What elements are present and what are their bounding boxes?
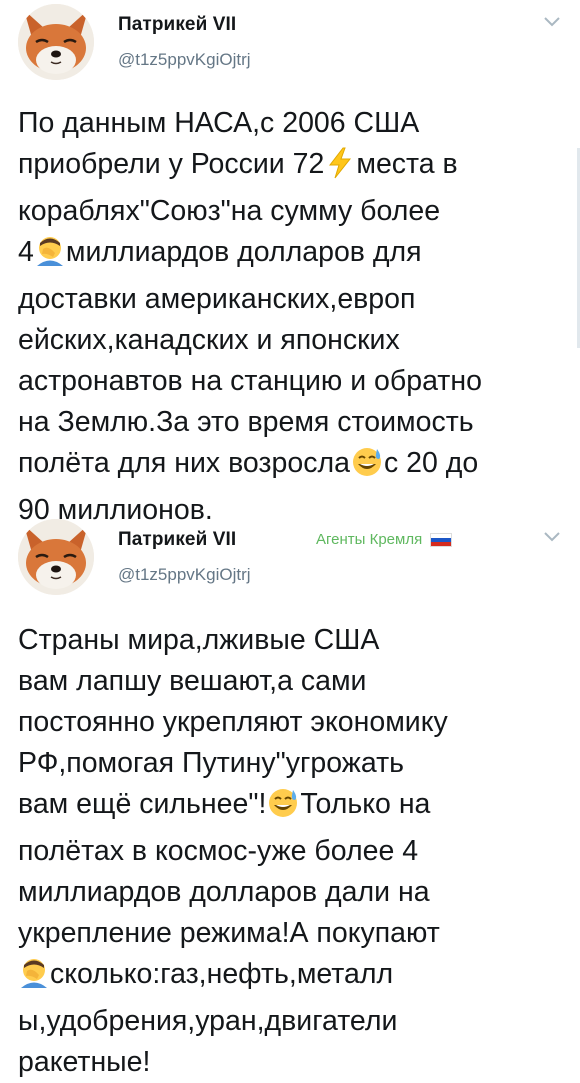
text-segment: с 20 до xyxy=(383,447,479,479)
tweet-text-line: Страны мира,лживые США xyxy=(18,620,574,661)
fox-face-icon xyxy=(18,4,94,80)
tweet-text-line: астронавтов на станцию и обратно xyxy=(18,361,574,402)
text-segment: ракетные! xyxy=(18,1046,151,1078)
tweet-text-line: на Землю.За это время стоимость xyxy=(18,402,574,443)
tweet-text: Страны мира,лживые США вам лапшу вешают,а… xyxy=(18,620,574,1083)
text-segment: сколько:газ,нефть,металл xyxy=(50,958,394,990)
text-segment: астронавтов на станцию и обратно xyxy=(18,365,482,397)
tweet-text: По данным НАСА,с 2006 США приобрели у Рос… xyxy=(18,103,574,531)
russian-flag-icon xyxy=(430,532,453,547)
text-segment: доставки американских,европ xyxy=(18,283,416,315)
tweet-text-line: 90 миллионов. xyxy=(18,490,574,531)
tweet-text-line: РФ,помогая Путину"угрожать xyxy=(18,743,574,784)
text-segment: приобрели у России 72 xyxy=(18,148,325,180)
facepalm-emoji-icon xyxy=(35,235,65,279)
tweet-text-line: 4 миллиардов долларов для xyxy=(18,232,574,279)
text-segment: места в xyxy=(356,148,458,180)
tweet-text-line: По данным НАСА,с 2006 США xyxy=(18,103,574,144)
text-segment: вам лапшу вешают,а сами xyxy=(18,665,367,697)
text-segment: миллиардов долларов для xyxy=(65,236,422,268)
text-segment: Страны мира,лживые США xyxy=(18,624,380,656)
badge-label: Агенты Кремля xyxy=(316,531,423,548)
text-segment: вам ещё сильнее"! xyxy=(18,788,267,820)
author-handle[interactable]: @t1z5ppvKgiOjtrj xyxy=(118,50,251,70)
tweet-text-line: полёта для них возросла с 20 до xyxy=(18,443,574,490)
sweat-smile-emoji-icon xyxy=(267,787,299,831)
text-segment: полётах в космос-уже более 4 xyxy=(18,835,419,867)
text-segment: ы,удобрения,уран,двигатели xyxy=(18,1005,398,1037)
tweet-text-line: вам лапшу вешают,а сами xyxy=(18,661,574,702)
text-segment: миллиардов долларов дали на xyxy=(18,876,430,908)
author-name[interactable]: Патрикей VII xyxy=(118,14,236,36)
tweet-text-line: ы,удобрения,уран,двигатели xyxy=(18,1001,574,1042)
tweet-text-line: сколько:газ,нефть,металл xyxy=(18,954,574,1001)
text-segment: По данным НАСА,с 2006 США xyxy=(18,107,420,139)
tweet-text-line: полётах в космос-уже более 4 xyxy=(18,831,574,872)
tweet-text-line: ейских,канадских и японских xyxy=(18,320,574,361)
text-segment: 4 xyxy=(18,236,34,268)
tweet-text-line: укрепление режима!А покупают xyxy=(18,913,574,954)
chevron-down-icon[interactable] xyxy=(542,14,562,28)
text-segment: кораблях"Союз"на сумму более xyxy=(18,195,441,227)
text-segment: Только на xyxy=(300,788,431,820)
facepalm-emoji-icon xyxy=(19,957,49,1001)
author-badge: Агенты Кремля xyxy=(316,531,453,548)
chevron-down-icon[interactable] xyxy=(542,529,562,543)
author-handle[interactable]: @t1z5ppvKgiOjtrj xyxy=(118,565,251,585)
text-segment: ейских,канадских и японских xyxy=(18,324,400,356)
tweet-text-line: постоянно укрепляют экономику xyxy=(18,702,574,743)
text-segment: на Землю.За это время стоимость xyxy=(18,406,474,438)
tweet-text-line: доставки американских,европ xyxy=(18,279,574,320)
tweet-text-line: вам ещё сильнее"! Только на xyxy=(18,784,574,831)
tweet-text-line: миллиардов долларов дали на xyxy=(18,872,574,913)
lightning-emoji-icon xyxy=(325,147,355,191)
author-avatar[interactable] xyxy=(18,519,94,595)
author-name[interactable]: Патрикей VII xyxy=(118,529,236,551)
tweet-text-line: приобрели у России 72 места в xyxy=(18,144,574,191)
text-segment: постоянно укрепляют экономику xyxy=(18,706,448,738)
text-segment: РФ,помогая Путину"угрожать xyxy=(18,747,405,779)
tweet-text-line: ракетные! xyxy=(18,1042,574,1083)
sweat-smile-emoji-icon xyxy=(351,446,383,490)
tweet-text-line: кораблях"Союз"на сумму более xyxy=(18,191,574,232)
text-segment: укрепление режима!А покупают xyxy=(18,917,440,949)
author-avatar[interactable] xyxy=(18,4,94,80)
fox-face-icon xyxy=(18,519,94,595)
text-segment: полёта для них возросла xyxy=(18,447,350,479)
